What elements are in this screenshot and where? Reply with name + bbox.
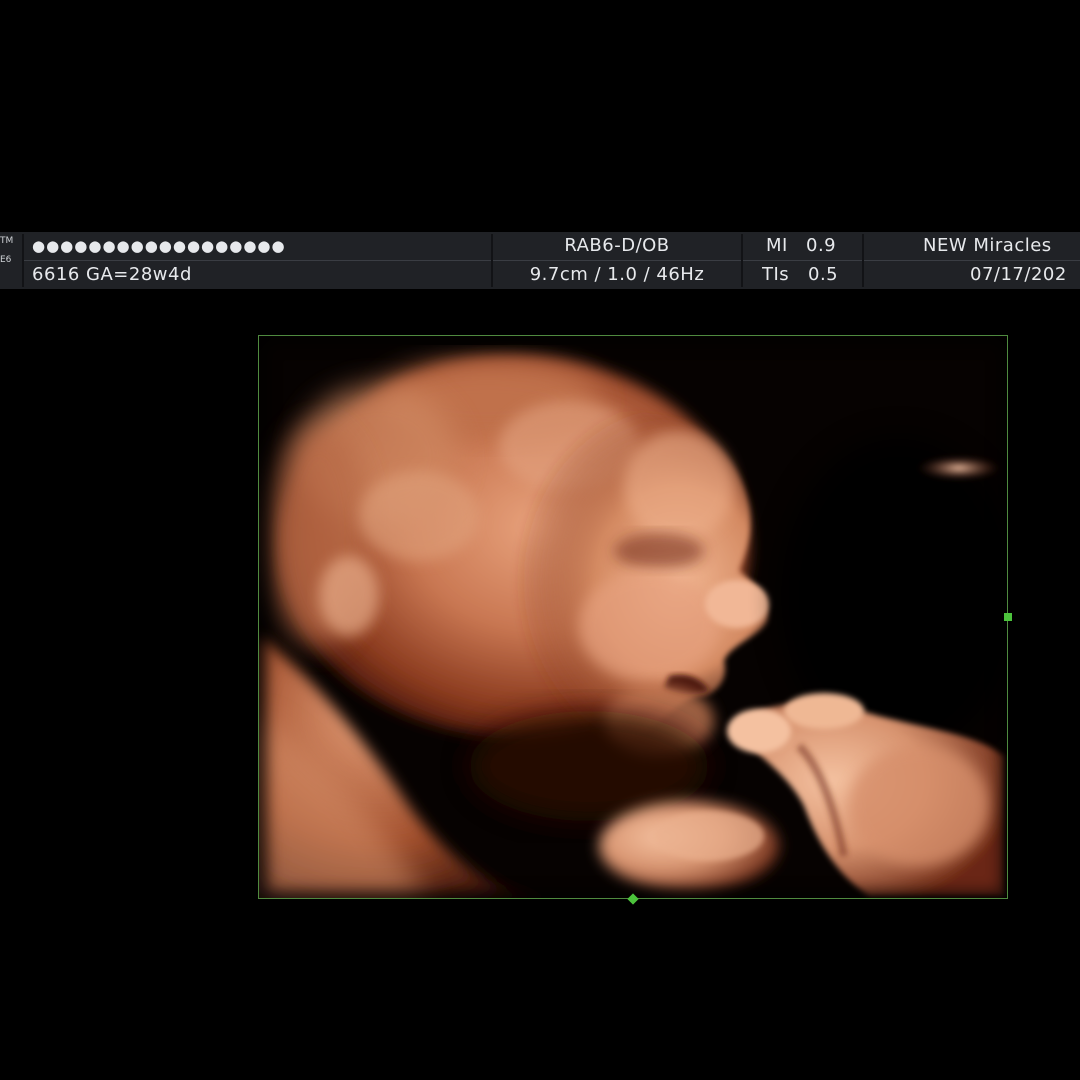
exam-date: 07/17/202: [970, 264, 1067, 285]
column-separator: [862, 234, 864, 287]
scan-info-bar: TM E6 ●●●●●●●●●●●●●●●●●● RAB6-D/OB MI 0.…: [0, 232, 1080, 289]
tis-value: 0.5: [808, 264, 839, 285]
fetal-face-render: [259, 336, 1007, 898]
column-separator: [741, 234, 743, 287]
patient-gestational-age: 6616 GA=28w4d: [32, 264, 192, 285]
info-row-top: ●●●●●●●●●●●●●●●●●● RAB6-D/OB MI 0.9 NEW …: [0, 232, 1080, 260]
mi-value: 0.9: [806, 235, 837, 256]
tis-label: TIs: [762, 264, 790, 285]
clinic-name: NEW Miracles: [923, 235, 1052, 256]
depth-settings: 9.7cm / 1.0 / 46Hz: [529, 264, 705, 285]
patient-name-masked: ●●●●●●●●●●●●●●●●●●: [32, 237, 286, 255]
info-row-bottom: 6616 GA=28w4d 9.7cm / 1.0 / 46Hz TIs 0.5…: [0, 261, 1080, 289]
volume-render-roi[interactable]: [258, 335, 1008, 899]
probe-preset: RAB6-D/OB: [564, 235, 670, 256]
column-separator: [22, 234, 24, 287]
roi-resize-handle-right[interactable]: [1004, 613, 1012, 621]
column-separator: [491, 234, 493, 287]
ultrasound-screen: TM E6 ●●●●●●●●●●●●●●●●●● RAB6-D/OB MI 0.…: [0, 0, 1080, 1080]
mi-label: MI: [766, 235, 788, 256]
